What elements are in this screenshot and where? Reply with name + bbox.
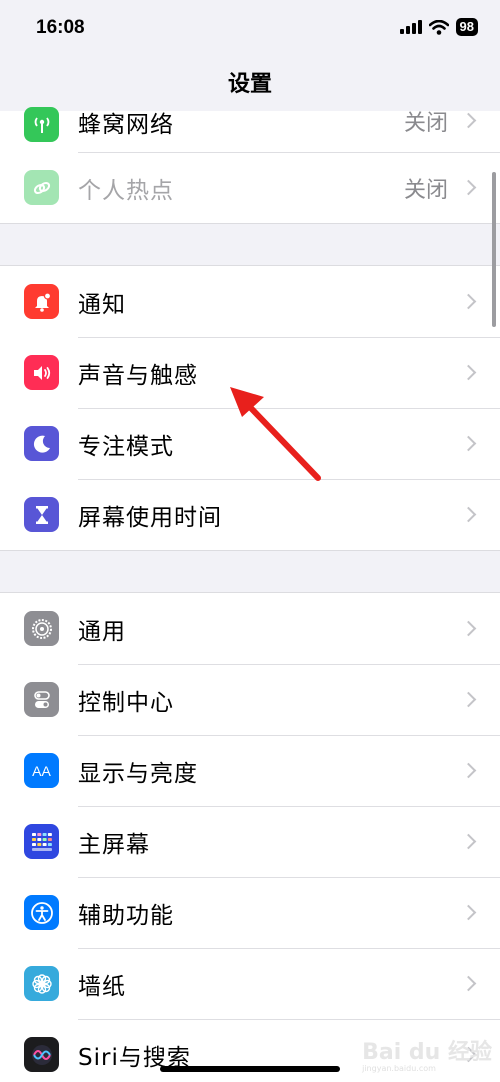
row-label: 声音与触感 bbox=[78, 362, 198, 389]
row-label: 显示与亮度 bbox=[78, 760, 198, 787]
row-screen-time[interactable]: 屏幕使用时间 bbox=[0, 479, 500, 550]
speaker-icon bbox=[24, 355, 59, 390]
group-separator bbox=[0, 223, 500, 266]
chevron-right-icon bbox=[460, 435, 477, 452]
moon-icon bbox=[24, 426, 59, 461]
watermark-brand: Bai du 经验 bbox=[362, 1040, 492, 1065]
chevron-right-icon bbox=[460, 506, 477, 523]
scrollbar[interactable] bbox=[492, 172, 496, 327]
watermark-logo: Bai du 经验 jingyan.baidu.com bbox=[362, 1034, 492, 1073]
hotspot-icon bbox=[24, 170, 59, 205]
hourglass-icon bbox=[24, 497, 59, 532]
status-bar: 16:08 98 设置 bbox=[0, 0, 500, 97]
clock: 16:08 bbox=[36, 17, 85, 38]
row-value: 关闭 bbox=[403, 111, 448, 136]
row-label: 通用 bbox=[78, 618, 126, 645]
display-icon: AA bbox=[24, 753, 59, 788]
cellular-icon bbox=[24, 107, 59, 142]
display-icon-text: AA bbox=[32, 762, 51, 779]
row-cellular[interactable]: 蜂窝网络 关闭 bbox=[0, 107, 500, 152]
row-value: 关闭 bbox=[403, 177, 448, 203]
bell-icon bbox=[24, 284, 59, 319]
row-label: 屏幕使用时间 bbox=[78, 504, 222, 531]
chevron-right-icon bbox=[460, 112, 477, 129]
settings-group-network: 蜂窝网络 关闭 个人热点 关闭 bbox=[0, 107, 500, 223]
watermark-url: jingyan.baidu.com bbox=[362, 1064, 436, 1073]
chevron-right-icon bbox=[460, 620, 477, 637]
home-indicator[interactable] bbox=[160, 1066, 340, 1072]
gear-icon bbox=[24, 611, 59, 646]
row-home-screen[interactable]: 主屏幕 bbox=[0, 806, 500, 877]
settings-group-general: 通用 控制中心 AA 显示与亮度 主屏幕 辅助功能 墙纸 Siri与搜索 bbox=[0, 593, 500, 1082]
chevron-right-icon bbox=[460, 364, 477, 381]
chevron-right-icon bbox=[460, 691, 477, 708]
row-label: 主屏幕 bbox=[78, 831, 150, 858]
row-wallpaper[interactable]: 墙纸 bbox=[0, 948, 500, 1019]
chevron-right-icon bbox=[460, 904, 477, 921]
toggles-icon bbox=[24, 682, 59, 717]
row-label: 蜂窝网络 bbox=[78, 112, 174, 138]
row-general[interactable]: 通用 bbox=[0, 593, 500, 664]
row-label: 辅助功能 bbox=[78, 902, 174, 929]
row-display-brightness[interactable]: AA 显示与亮度 bbox=[0, 735, 500, 806]
wifi-icon bbox=[428, 19, 449, 35]
row-control-center[interactable]: 控制中心 bbox=[0, 664, 500, 735]
group-separator bbox=[0, 550, 500, 593]
signal-icon bbox=[399, 20, 422, 34]
chevron-right-icon bbox=[460, 762, 477, 779]
row-label: 墙纸 bbox=[78, 973, 126, 1000]
row-hotspot[interactable]: 个人热点 关闭 bbox=[0, 152, 500, 223]
row-label: 控制中心 bbox=[78, 689, 174, 716]
row-label: 通知 bbox=[78, 291, 126, 318]
settings-group-notifications: 通知 声音与触感 专注模式 屏幕使用时间 bbox=[0, 266, 500, 550]
status-icons: 98 bbox=[399, 18, 478, 36]
page-title: 设置 bbox=[227, 72, 272, 97]
flower-icon bbox=[24, 966, 59, 1001]
row-label: 专注模式 bbox=[78, 433, 174, 460]
chevron-right-icon bbox=[460, 293, 477, 310]
row-sounds-haptics[interactable]: 声音与触感 bbox=[0, 337, 500, 408]
chevron-right-icon bbox=[460, 975, 477, 992]
chevron-right-icon bbox=[460, 179, 477, 196]
siri-icon bbox=[24, 1037, 59, 1072]
row-notifications[interactable]: 通知 bbox=[0, 266, 500, 337]
row-accessibility[interactable]: 辅助功能 bbox=[0, 877, 500, 948]
battery-icon: 98 bbox=[455, 18, 478, 36]
row-focus[interactable]: 专注模式 bbox=[0, 408, 500, 479]
accessibility-icon bbox=[24, 895, 59, 930]
row-label: 个人热点 bbox=[78, 177, 174, 204]
home-screen-icon bbox=[24, 824, 59, 859]
chevron-right-icon bbox=[460, 833, 477, 850]
settings-list: 蜂窝网络 关闭 个人热点 关闭 通知 声音与触感 专注模式 屏幕使用时间 通用 … bbox=[0, 107, 500, 1082]
